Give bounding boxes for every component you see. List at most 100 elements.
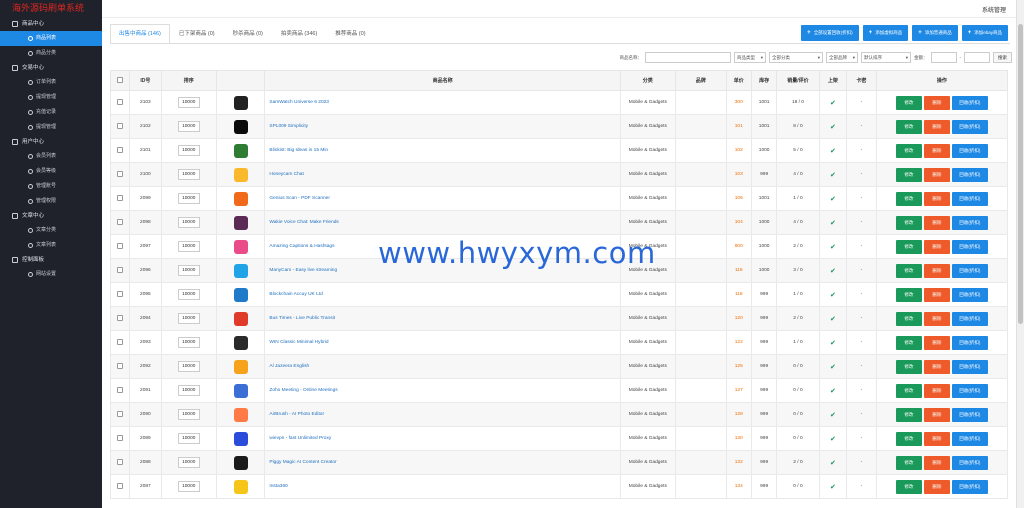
- on-shelf-check-icon[interactable]: ✔: [818, 402, 848, 427]
- edit-button[interactable]: 修改: [895, 359, 922, 374]
- delete-button[interactable]: 删除: [923, 119, 950, 134]
- sort-select[interactable]: 默认排序 ▾: [861, 52, 911, 63]
- sidebar-group-title[interactable]: 文章中心: [0, 209, 102, 223]
- sort-weight-input[interactable]: 10000: [177, 289, 200, 300]
- on-shelf-check-icon[interactable]: ✔: [818, 426, 848, 451]
- on-shelf-check-icon[interactable]: ✔: [818, 330, 848, 355]
- row-checkbox[interactable]: [117, 266, 124, 273]
- sort-weight-input[interactable]: 10000: [177, 145, 200, 156]
- sidebar-item[interactable]: 提现管理: [0, 90, 102, 105]
- sidebar-item[interactable]: 商品分类: [0, 46, 102, 61]
- sort-weight-input[interactable]: 10000: [177, 169, 200, 180]
- product-name[interactable]: Zoho Meeting - Online Meetings: [264, 378, 621, 403]
- sort-weight-input[interactable]: 10000: [177, 337, 200, 348]
- amount-max-input[interactable]: [964, 52, 990, 63]
- sidebar-group-title[interactable]: 控制面板: [0, 253, 102, 267]
- on-shelf-check-icon[interactable]: ✔: [818, 186, 848, 211]
- edit-button[interactable]: 修改: [895, 119, 922, 134]
- delete-button[interactable]: 删除: [923, 263, 950, 278]
- page-scrollbar[interactable]: [1016, 0, 1024, 508]
- recycle-button[interactable]: 回收(折扣): [951, 455, 988, 470]
- edit-button[interactable]: 修改: [895, 263, 922, 278]
- sort-weight-input[interactable]: 10000: [177, 97, 200, 108]
- sort-weight-input[interactable]: 10000: [177, 193, 200, 204]
- edit-button[interactable]: 修改: [895, 335, 922, 350]
- delete-button[interactable]: 删除: [923, 191, 950, 206]
- edit-button[interactable]: 修改: [895, 455, 922, 470]
- row-checkbox[interactable]: [117, 146, 124, 153]
- tab[interactable]: 出售中商品 (146): [110, 24, 170, 44]
- delete-button[interactable]: 删除: [923, 335, 950, 350]
- row-checkbox[interactable]: [117, 434, 124, 441]
- sidebar-group-title[interactable]: 商品中心: [0, 17, 102, 31]
- sidebar-item[interactable]: 会员列表: [0, 149, 102, 164]
- recycle-button[interactable]: 回收(折扣): [951, 143, 988, 158]
- product-name[interactable]: AirBrush - AI Photo Editor: [264, 402, 621, 427]
- edit-button[interactable]: 修改: [895, 239, 922, 254]
- product-name[interactable]: Wakie Voice Chat: Make Friends: [264, 210, 621, 235]
- recycle-button[interactable]: 回收(折扣): [951, 335, 988, 350]
- sidebar-item[interactable]: 网站设置: [0, 267, 102, 282]
- product-name[interactable]: Piggy Magic AI Content Creator: [264, 450, 621, 475]
- sidebar-item[interactable]: 文章分类: [0, 223, 102, 238]
- sidebar-item[interactable]: 充值记录: [0, 105, 102, 120]
- recycle-button[interactable]: 回收(折扣): [951, 383, 988, 398]
- delete-button[interactable]: 删除: [923, 287, 950, 302]
- sort-weight-input[interactable]: 10000: [177, 481, 200, 492]
- delete-button[interactable]: 删除: [923, 167, 950, 182]
- action-button[interactable]: + 添加虚拟商品: [862, 25, 909, 41]
- type-select[interactable]: 商品类型 ▾: [734, 52, 766, 63]
- action-button[interactable]: + 全部设置回收(折扣): [801, 25, 859, 41]
- category-select[interactable]: 全部分类 ▾: [769, 52, 823, 63]
- row-checkbox[interactable]: [117, 362, 124, 369]
- sort-weight-input[interactable]: 10000: [177, 313, 200, 324]
- row-checkbox[interactable]: [117, 458, 124, 465]
- sort-weight-input[interactable]: 10000: [177, 241, 200, 252]
- recycle-button[interactable]: 回收(折扣): [951, 263, 988, 278]
- sort-weight-input[interactable]: 10000: [177, 121, 200, 132]
- action-button[interactable]: + 添加普通商品: [912, 25, 958, 41]
- delete-button[interactable]: 删除: [923, 95, 950, 110]
- row-checkbox[interactable]: [117, 410, 124, 417]
- product-name[interactable]: Amazing Captions & Hashtags: [264, 234, 621, 259]
- action-button[interactable]: + 添加ebay商品: [961, 25, 1008, 41]
- amount-min-input[interactable]: [930, 52, 957, 63]
- sort-weight-input[interactable]: 10000: [177, 409, 200, 420]
- recycle-button[interactable]: 回收(折扣): [951, 359, 988, 374]
- on-shelf-check-icon[interactable]: ✔: [818, 354, 848, 379]
- tab[interactable]: 推荐商品 (0): [326, 24, 374, 44]
- brand-select[interactable]: 全部品牌 ▾: [826, 52, 858, 63]
- tab[interactable]: 已下架商品 (0): [170, 24, 224, 44]
- delete-button[interactable]: 删除: [923, 311, 950, 326]
- delete-button[interactable]: 删除: [923, 479, 950, 494]
- edit-button[interactable]: 修改: [895, 143, 922, 158]
- edit-button[interactable]: 修改: [895, 431, 922, 446]
- row-checkbox[interactable]: [117, 338, 124, 345]
- recycle-button[interactable]: 回收(折扣): [951, 95, 988, 110]
- row-checkbox[interactable]: [117, 194, 124, 201]
- tab[interactable]: 秒杀商品 (0): [224, 24, 272, 44]
- product-name[interactable]: Honeycam Chat: [264, 162, 621, 187]
- product-name[interactable]: SPL009 Simplicity: [264, 114, 621, 139]
- delete-button[interactable]: 删除: [923, 455, 950, 470]
- recycle-button[interactable]: 回收(折扣): [951, 239, 988, 254]
- sidebar-item[interactable]: 文章列表: [0, 238, 102, 253]
- sidebar-item[interactable]: 管理权限: [0, 194, 102, 209]
- sidebar-item[interactable]: 管理账号: [0, 179, 102, 194]
- product-name[interactable]: Blockchain Accuy UK Ltd: [264, 282, 621, 307]
- recycle-button[interactable]: 回收(折扣): [951, 311, 988, 326]
- recycle-button[interactable]: 回收(折扣): [951, 167, 988, 182]
- product-name[interactable]: Blinkist: Big Ideas in 15 Min: [264, 138, 621, 163]
- sort-weight-input[interactable]: 10000: [177, 361, 200, 372]
- edit-button[interactable]: 修改: [895, 479, 922, 494]
- tab[interactable]: 拍卖商品 (346): [272, 24, 326, 44]
- search-button[interactable]: 搜索: [993, 52, 1012, 63]
- sort-weight-input[interactable]: 10000: [177, 385, 200, 396]
- row-checkbox[interactable]: [117, 98, 124, 105]
- on-shelf-check-icon[interactable]: ✔: [818, 138, 848, 163]
- delete-button[interactable]: 删除: [923, 143, 950, 158]
- product-name[interactable]: Al Jazeera English: [264, 354, 621, 379]
- product-name[interactable]: WIN Classic Minimal Hybrid: [264, 330, 621, 355]
- delete-button[interactable]: 删除: [923, 407, 950, 422]
- recycle-button[interactable]: 回收(折扣): [951, 191, 988, 206]
